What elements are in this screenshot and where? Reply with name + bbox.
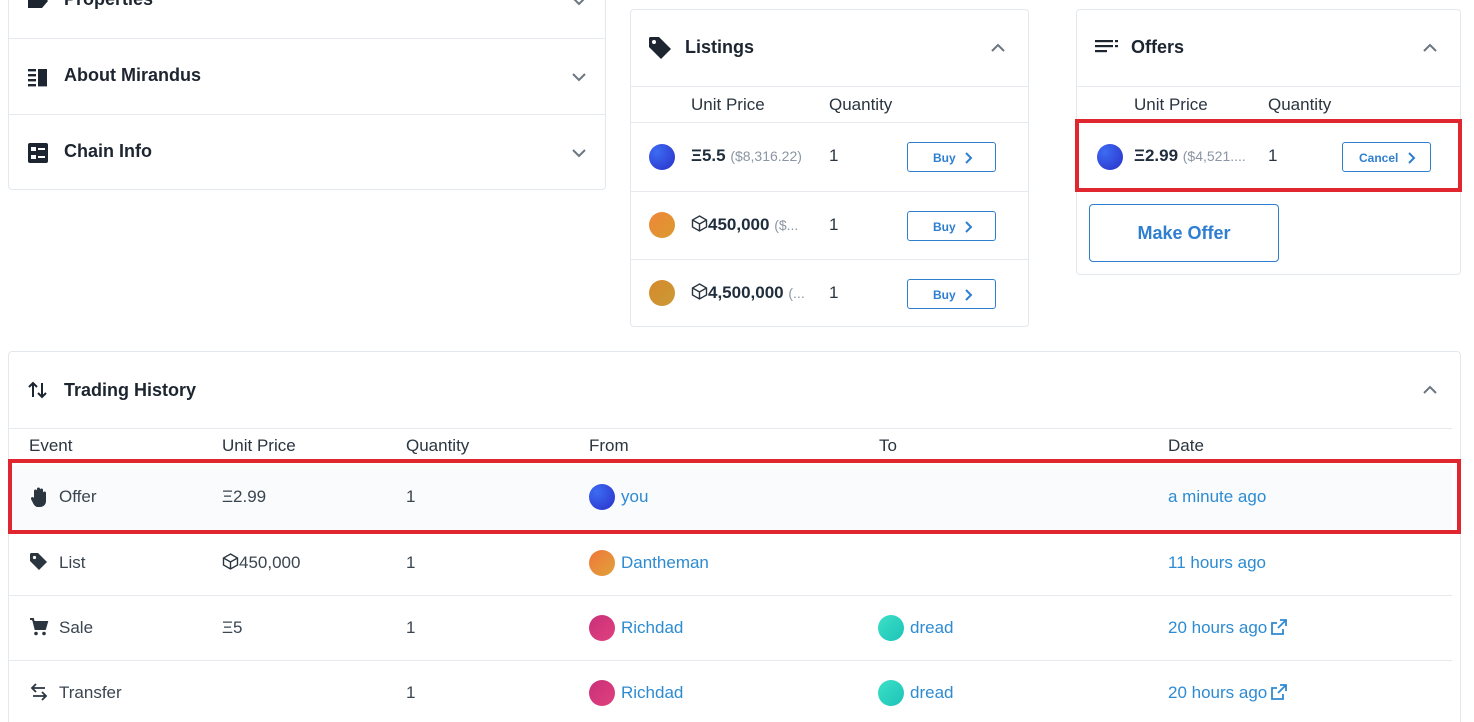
date-link[interactable]: 20 hours ago xyxy=(1168,683,1288,703)
buy-button[interactable]: Buy xyxy=(907,279,996,309)
offers-header-toggle[interactable]: Offers xyxy=(1077,10,1460,86)
from-avatar xyxy=(589,550,615,576)
trading-history-title: Trading History xyxy=(64,380,197,400)
trading-history-panel: Trading History Event Unit Price Quantit… xyxy=(8,351,1461,722)
to-user-link[interactable]: dread xyxy=(910,618,953,638)
chevron-down-icon xyxy=(571,0,587,6)
buy-button[interactable]: Buy xyxy=(907,142,996,172)
listing-quantity: 1 xyxy=(829,215,839,234)
from-user-link[interactable]: Richdad xyxy=(621,683,683,703)
date-header: Date xyxy=(1168,436,1204,455)
to-user-link[interactable]: dread xyxy=(910,683,953,703)
date-link[interactable]: 20 hours ago xyxy=(1168,618,1288,638)
currency-avatar xyxy=(649,144,675,170)
to-header: To xyxy=(879,436,897,455)
chevron-right-icon xyxy=(965,289,973,301)
from-avatar xyxy=(589,615,615,641)
chevron-down-icon xyxy=(571,148,587,158)
listing-row: Ξ5.5 ($8,316.22) 1 Buy xyxy=(631,123,1028,191)
quantity-header: Quantity xyxy=(1268,95,1332,114)
chevron-up-icon xyxy=(1422,385,1438,395)
chain-info-label: Chain Info xyxy=(64,141,152,161)
external-link-icon xyxy=(1271,684,1288,700)
unit-price-header: Unit Price xyxy=(691,95,765,114)
listings-header-toggle[interactable]: Listings xyxy=(631,10,1028,86)
history-row: Sale Ξ5 1 Richdad dread 20 hours ago xyxy=(9,595,1452,660)
from-header: From xyxy=(589,436,629,455)
currency-avatar xyxy=(649,212,675,238)
event-label: Transfer xyxy=(59,683,122,702)
unit-price-header: Unit Price xyxy=(1134,95,1208,114)
listings-panel: Listings Unit Price Quantity Ξ5.5 ($8,31… xyxy=(630,9,1029,327)
swap-vertical-icon xyxy=(27,379,49,401)
quantity-header: Quantity xyxy=(406,436,470,455)
cube-icon xyxy=(691,283,708,300)
history-row: List 450,000 1 Dantheman 11 hours ago xyxy=(9,530,1452,595)
tag-icon xyxy=(647,35,673,61)
chevron-down-icon xyxy=(571,72,587,82)
event-price: 450,000 xyxy=(222,553,300,573)
cart-icon xyxy=(29,617,51,639)
offer-row-highlight xyxy=(1075,119,1462,192)
label-icon xyxy=(27,0,49,11)
properties-label: Properties xyxy=(64,0,153,10)
from-avatar xyxy=(589,680,615,706)
buy-button[interactable]: Buy xyxy=(907,211,996,241)
listing-quantity: 1 xyxy=(829,146,839,165)
from-user-link[interactable]: Richdad xyxy=(621,618,683,638)
listing-row: 450,000 ($... 1 Buy xyxy=(631,191,1028,259)
book-icon xyxy=(27,67,49,87)
chevron-up-icon xyxy=(990,43,1006,53)
event-label: List xyxy=(59,553,86,572)
trading-history-header-toggle[interactable]: Trading History xyxy=(9,352,1460,428)
unit-price-header: Unit Price xyxy=(222,436,296,455)
offers-column-headers: Unit Price Quantity xyxy=(1077,86,1460,123)
tag-icon xyxy=(29,552,51,574)
event-quantity: 1 xyxy=(406,553,416,572)
event-header: Event xyxy=(29,436,73,455)
cube-icon xyxy=(222,553,239,570)
chevron-right-icon xyxy=(965,221,973,233)
listings-title: Listings xyxy=(685,37,755,57)
to-avatar xyxy=(878,680,904,706)
listing-price: 4,500,000 (... xyxy=(691,283,805,303)
to-avatar xyxy=(878,615,904,641)
event-price: Ξ5 xyxy=(222,618,243,637)
chain-info-section-toggle[interactable]: Chain Info xyxy=(9,114,605,189)
menu-lines-icon xyxy=(1095,39,1121,65)
external-link-icon xyxy=(1271,619,1288,635)
about-mirandus-label: About Mirandus xyxy=(64,65,201,85)
event-label: Sale xyxy=(59,618,94,637)
cube-icon xyxy=(691,215,708,232)
about-mirandus-section-toggle[interactable]: About Mirandus xyxy=(9,38,605,114)
listing-price: 450,000 ($... xyxy=(691,215,798,235)
listing-quantity: 1 xyxy=(829,283,839,302)
make-offer-button[interactable]: Make Offer xyxy=(1089,204,1279,262)
item-info-panel: Properties About Mirandus Chain Info xyxy=(8,0,606,190)
history-offer-row-highlight xyxy=(8,459,1461,534)
date-link[interactable]: 11 hours ago xyxy=(1168,553,1266,573)
from-user-link[interactable]: Dantheman xyxy=(621,553,709,573)
history-row: Transfer 1 Richdad dread 20 hours ago xyxy=(9,660,1452,722)
quantity-header: Quantity xyxy=(829,95,893,114)
listing-price: Ξ5.5 ($8,316.22) xyxy=(691,146,802,165)
swap-horizontal-icon xyxy=(29,682,51,704)
currency-avatar xyxy=(649,280,675,306)
offers-title: Offers xyxy=(1131,37,1185,57)
event-quantity: 1 xyxy=(406,683,416,702)
properties-section-toggle[interactable]: Properties xyxy=(9,0,605,39)
chevron-right-icon xyxy=(965,152,973,164)
list-box-icon xyxy=(27,143,49,163)
listings-column-headers: Unit Price Quantity xyxy=(631,86,1028,123)
event-quantity: 1 xyxy=(406,618,416,637)
listing-row: 4,500,000 (... 1 Buy xyxy=(631,259,1028,326)
chevron-up-icon xyxy=(1422,43,1438,53)
